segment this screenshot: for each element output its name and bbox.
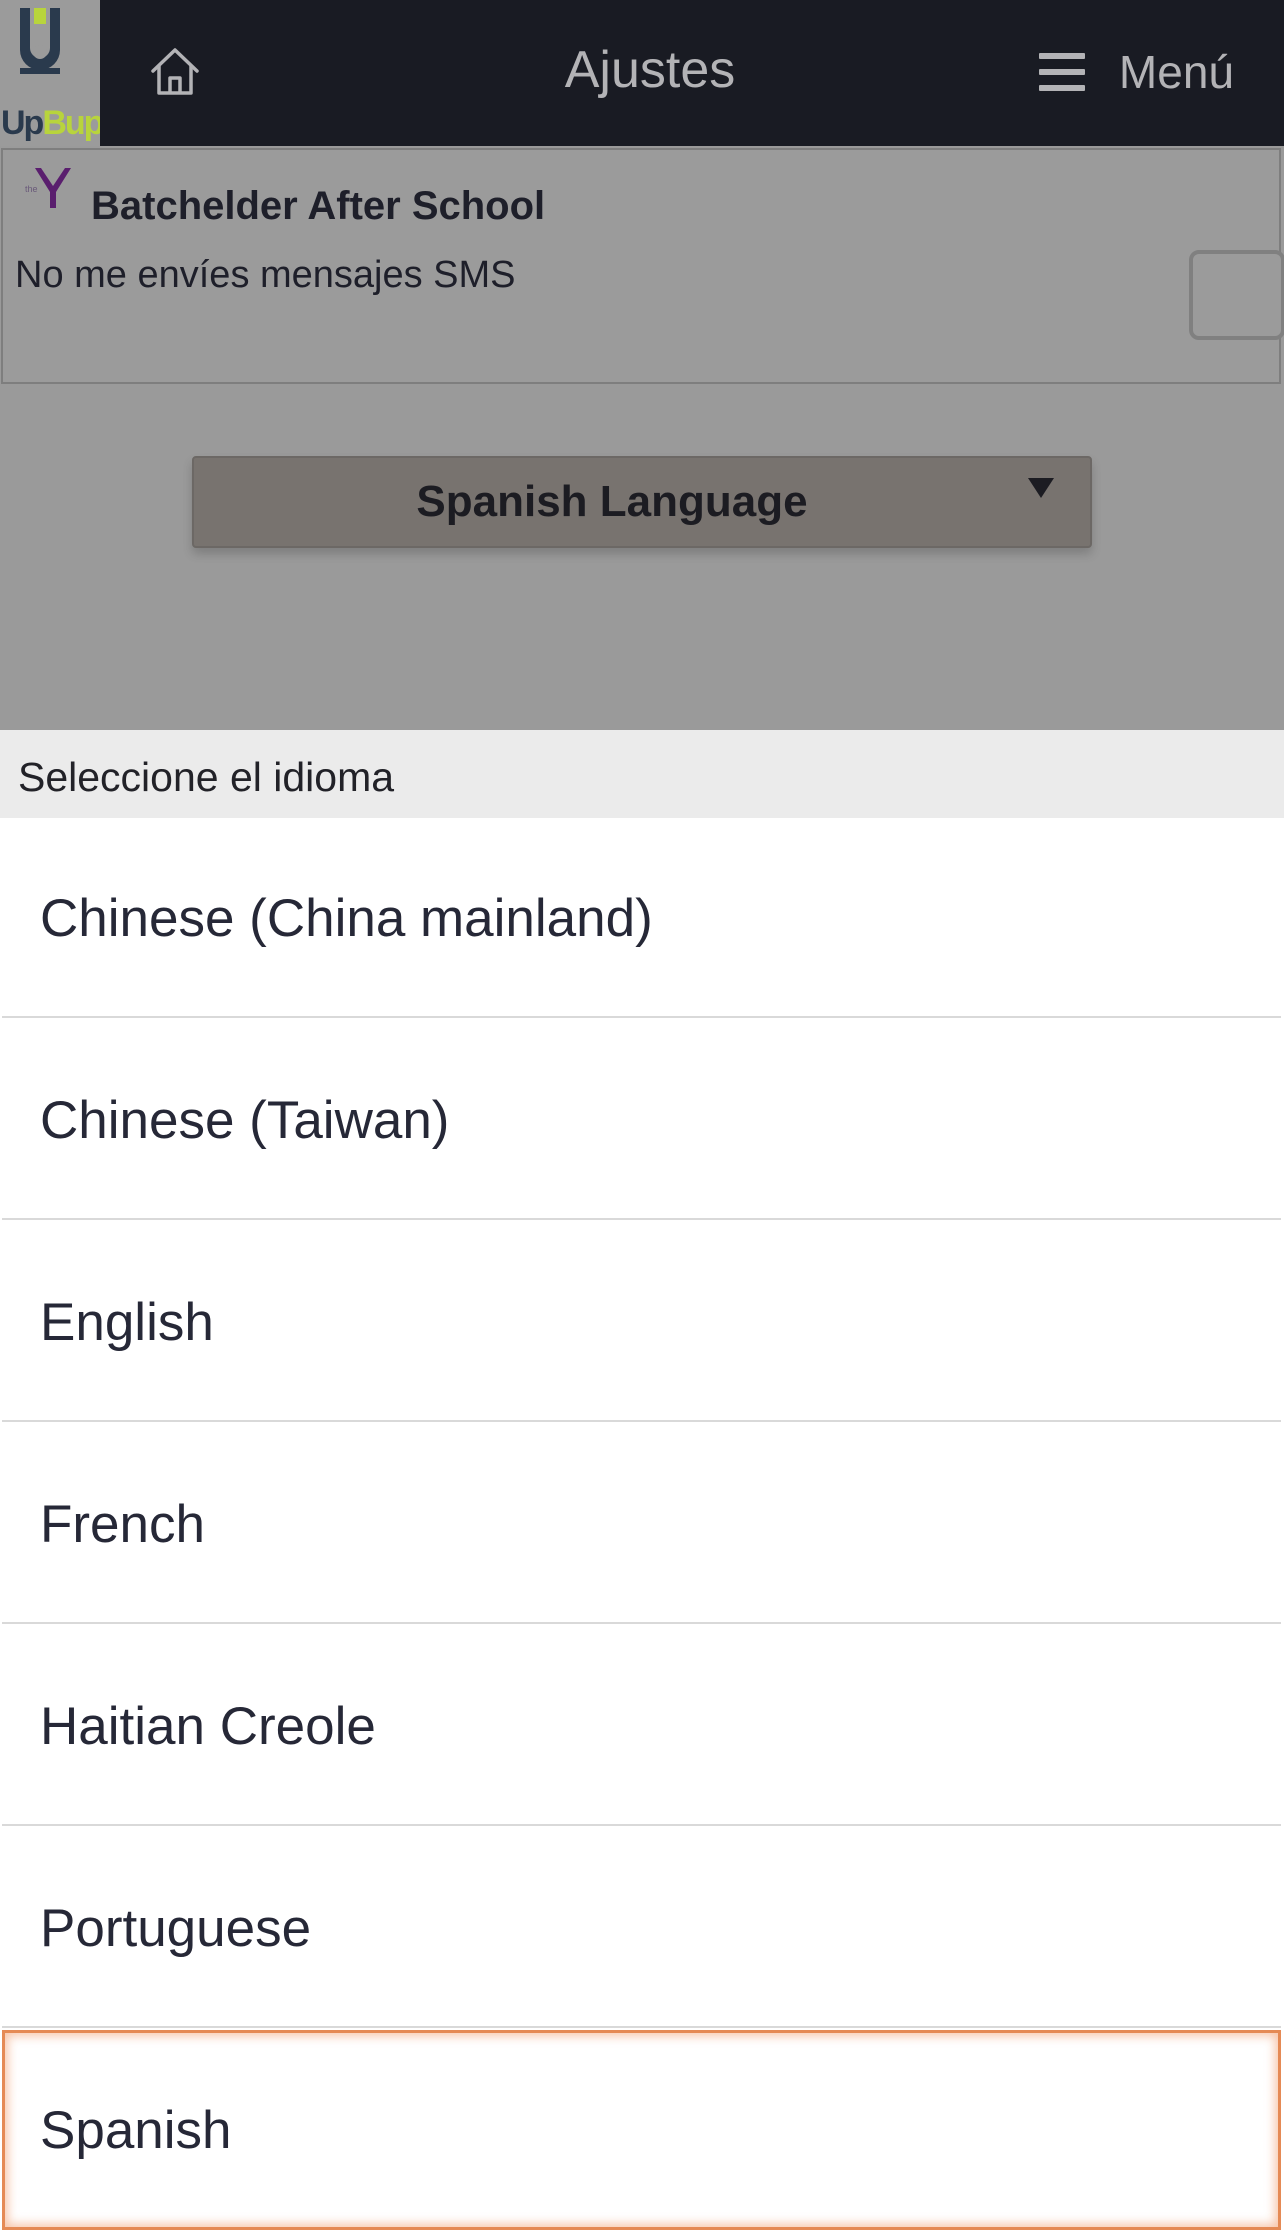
language-option-label: Chinese (China mainland) xyxy=(40,889,653,948)
org-settings-card: the Batchelder After School No me envíes… xyxy=(1,148,1284,384)
language-picker: Seleccione el idioma Chinese (China main… xyxy=(0,730,1284,2230)
home-icon xyxy=(151,48,199,95)
sms-optout-label: No me envíes mensajes SMS xyxy=(15,254,516,296)
logo-text-up: Up xyxy=(1,104,44,142)
language-option-label: French xyxy=(40,1495,205,1554)
language-option-haitian-creole[interactable]: Haitian Creole xyxy=(2,1626,1281,1826)
home-button[interactable] xyxy=(138,36,212,106)
picker-title: Seleccione el idioma xyxy=(18,754,395,800)
language-select[interactable]: Spanish Language xyxy=(192,456,1092,548)
logo-text-bup: Bup xyxy=(42,104,100,142)
upbup-logo-icon xyxy=(20,8,60,74)
upbup-logo: UpBup xyxy=(0,0,100,146)
language-option-label: English xyxy=(40,1293,214,1352)
chevron-down-icon xyxy=(1028,478,1054,498)
language-option-label: Portuguese xyxy=(40,1899,312,1958)
hamburger-icon xyxy=(1038,53,1085,91)
language-select-value: Spanish Language xyxy=(416,477,808,526)
picker-header: Seleccione el idioma xyxy=(0,730,1284,818)
org-name: Batchelder After School xyxy=(91,184,546,228)
language-option-portuguese[interactable]: Portuguese xyxy=(2,1828,1281,2028)
ymca-logo-icon: the xyxy=(25,168,71,208)
page-title: Ajustes xyxy=(564,41,736,99)
language-option-chinese-taiwan[interactable]: Chinese (Taiwan) xyxy=(2,1020,1281,1220)
upbup-logo-text: UpBup xyxy=(1,104,100,143)
language-option-chinese-china-mainland[interactable]: Chinese (China mainland) xyxy=(2,818,1281,1018)
svg-text:the: the xyxy=(25,184,38,194)
language-option-english[interactable]: English xyxy=(2,1222,1281,1422)
app-header: UpBup Ajustes Menú xyxy=(0,0,1284,146)
language-option-label: Spanish xyxy=(40,2101,232,2160)
menu-button[interactable]: Menú xyxy=(1038,40,1234,104)
language-option-label: Chinese (Taiwan) xyxy=(40,1091,450,1150)
menu-label: Menú xyxy=(1118,46,1234,98)
language-option-label: Haitian Creole xyxy=(40,1697,376,1756)
sms-optout-checkbox[interactable] xyxy=(1189,250,1284,340)
language-option-spanish[interactable]: Spanish xyxy=(2,2030,1281,2230)
language-option-french[interactable]: French xyxy=(2,1424,1281,1624)
